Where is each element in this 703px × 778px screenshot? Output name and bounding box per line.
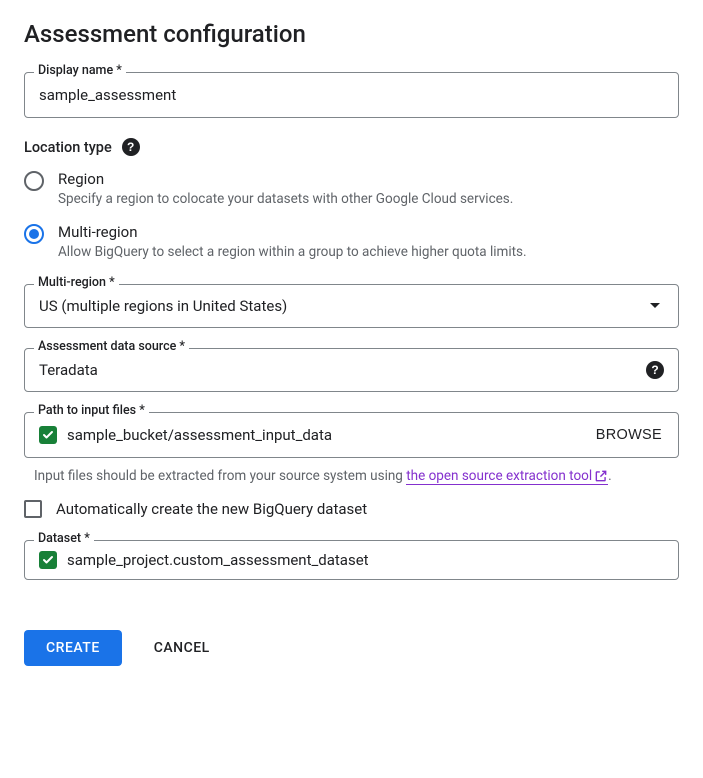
cancel-button[interactable]: CANCEL [150,630,214,666]
input-path-wrap: sample_bucket/assessment_input_data BROW… [24,412,679,458]
extraction-tool-link[interactable]: the open source extraction tool [406,468,608,485]
input-path-label: Path to input files * [34,403,149,418]
radio-region-title: Region [58,170,513,188]
data-source-field: Assessment data source * Teradata ? [24,348,679,392]
multi-region-label: Multi-region * [34,275,119,290]
display-name-input[interactable] [24,72,679,118]
auto-create-checkbox[interactable]: Automatically create the new BigQuery da… [24,500,679,518]
multi-region-value: US (multiple regions in United States) [39,297,287,315]
location-type-radio-group: Region Specify a region to colocate your… [24,170,679,262]
input-path-field: Path to input files * sample_bucket/asse… [24,412,679,458]
help-icon[interactable]: ? [122,138,140,156]
multi-region-select[interactable]: US (multiple regions in United States) [24,284,679,328]
radio-region-desc: Specify a region to colocate your datase… [58,190,513,209]
check-valid-icon [39,551,57,569]
create-button[interactable]: CREATE [24,630,122,666]
radio-selected-icon [24,224,44,244]
help-icon[interactable]: ? [646,361,664,379]
radio-icon [24,171,44,191]
dataset-value: sample_project.custom_assessment_dataset [67,551,369,569]
auto-create-label: Automatically create the new BigQuery da… [56,500,367,518]
radio-multi-region-title: Multi-region [58,223,527,241]
location-type-label-row: Location type ? [24,138,679,156]
data-source-label: Assessment data source * [34,339,189,354]
data-source-value: Teradata [39,361,618,379]
data-source-select[interactable]: Teradata ? [24,348,679,392]
chevron-down-icon [650,303,660,308]
dataset-input-wrap[interactable]: sample_project.custom_assessment_dataset [24,540,679,580]
display-name-field: Display name * [24,72,679,118]
external-link-icon [594,469,608,483]
dataset-label: Dataset * [34,531,94,546]
page-title: Assessment configuration [24,20,679,48]
multi-region-field: Multi-region * US (multiple regions in U… [24,284,679,328]
checkbox-icon [24,500,42,518]
radio-multi-region[interactable]: Multi-region Allow BigQuery to select a … [24,223,679,262]
browse-button[interactable]: BROWSE [594,423,664,447]
display-name-label: Display name * [34,63,126,78]
input-path-value[interactable]: sample_bucket/assessment_input_data [67,426,332,444]
location-type-label: Location type [24,139,112,156]
radio-multi-region-desc: Allow BigQuery to select a region within… [58,243,527,262]
dataset-field: Dataset * sample_project.custom_assessme… [24,540,679,580]
button-row: CREATE CANCEL [24,630,679,666]
input-path-helper: Input files should be extracted from you… [34,466,679,486]
radio-region[interactable]: Region Specify a region to colocate your… [24,170,679,209]
check-valid-icon [39,426,57,444]
